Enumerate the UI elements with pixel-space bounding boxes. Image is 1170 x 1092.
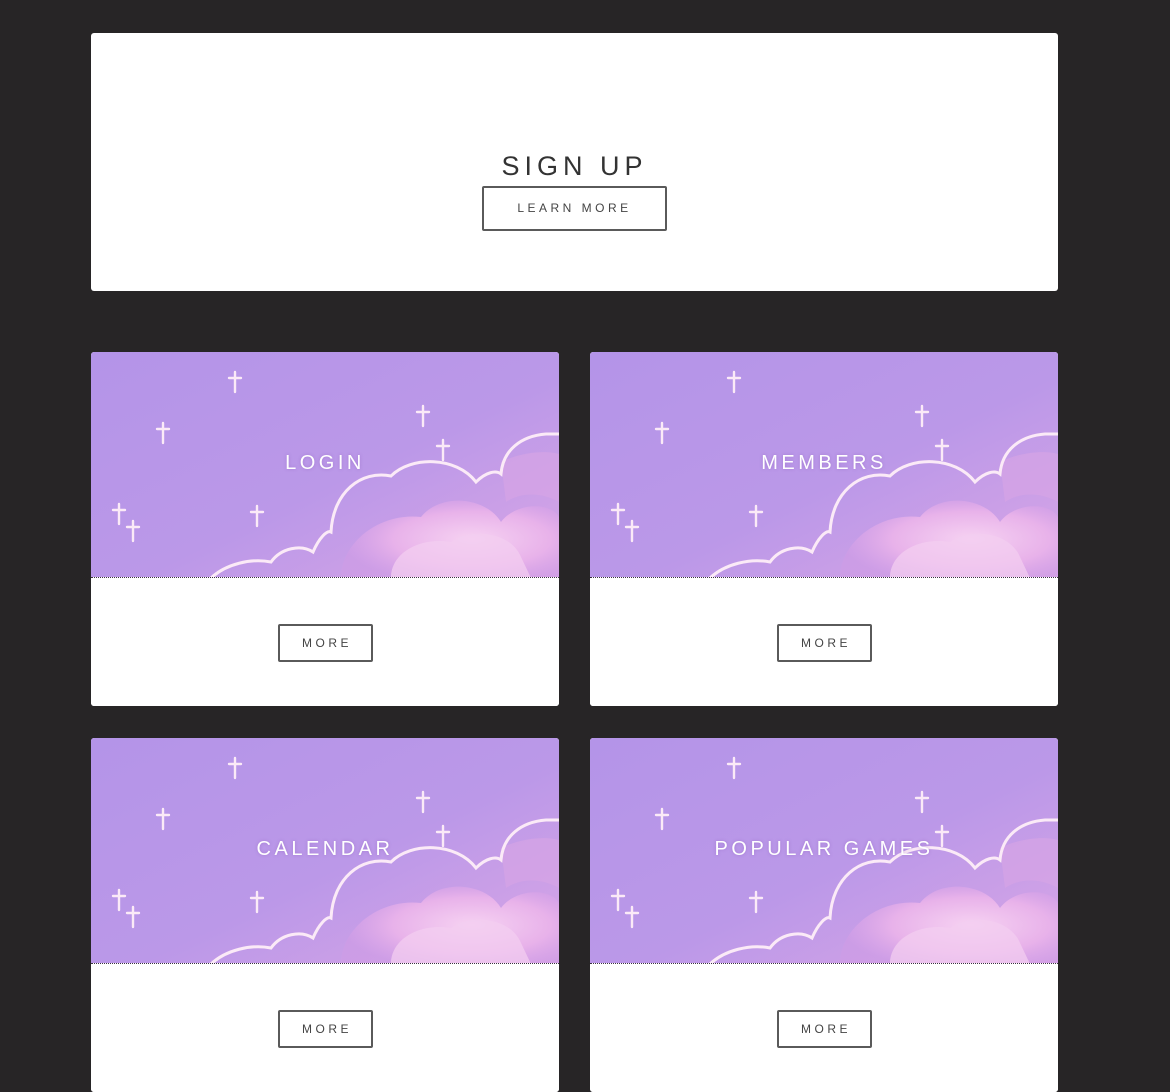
signup-title: SIGN UP [501,151,648,181]
tile-footer: MORE [590,964,1058,1092]
tile-banner-image[interactable]: POPULAR GAMES [590,738,1058,964]
tile-banner-image[interactable]: LOGIN [91,352,559,578]
tile-banner-image[interactable]: CALENDAR [91,738,559,964]
tile-members: MEMBERS MORE [590,352,1058,706]
tile-footer: MORE [91,964,559,1092]
signup-card: SIGN UP LEARN MORE [91,33,1058,291]
tile-label-login[interactable]: LOGIN [91,452,559,475]
tile-banner-image[interactable]: MEMBERS [590,352,1058,578]
tile-label-popular-games[interactable]: POPULAR GAMES [590,838,1058,861]
tile-calendar: CALENDAR MORE [91,738,559,1092]
calendar-more-button[interactable]: MORE [278,1010,373,1048]
learn-more-button[interactable]: LEARN MORE [482,186,667,231]
tile-label-calendar[interactable]: CALENDAR [91,838,559,861]
members-more-button[interactable]: MORE [777,624,872,662]
tile-footer: MORE [91,578,559,706]
tile-label-members[interactable]: MEMBERS [590,452,1058,475]
tile-login: LOGIN MORE [91,352,559,706]
login-more-button[interactable]: MORE [278,624,373,662]
popular-games-more-button[interactable]: MORE [777,1010,872,1048]
tile-popular-games: POPULAR GAMES MORE [590,738,1058,1092]
tile-footer: MORE [590,578,1058,706]
